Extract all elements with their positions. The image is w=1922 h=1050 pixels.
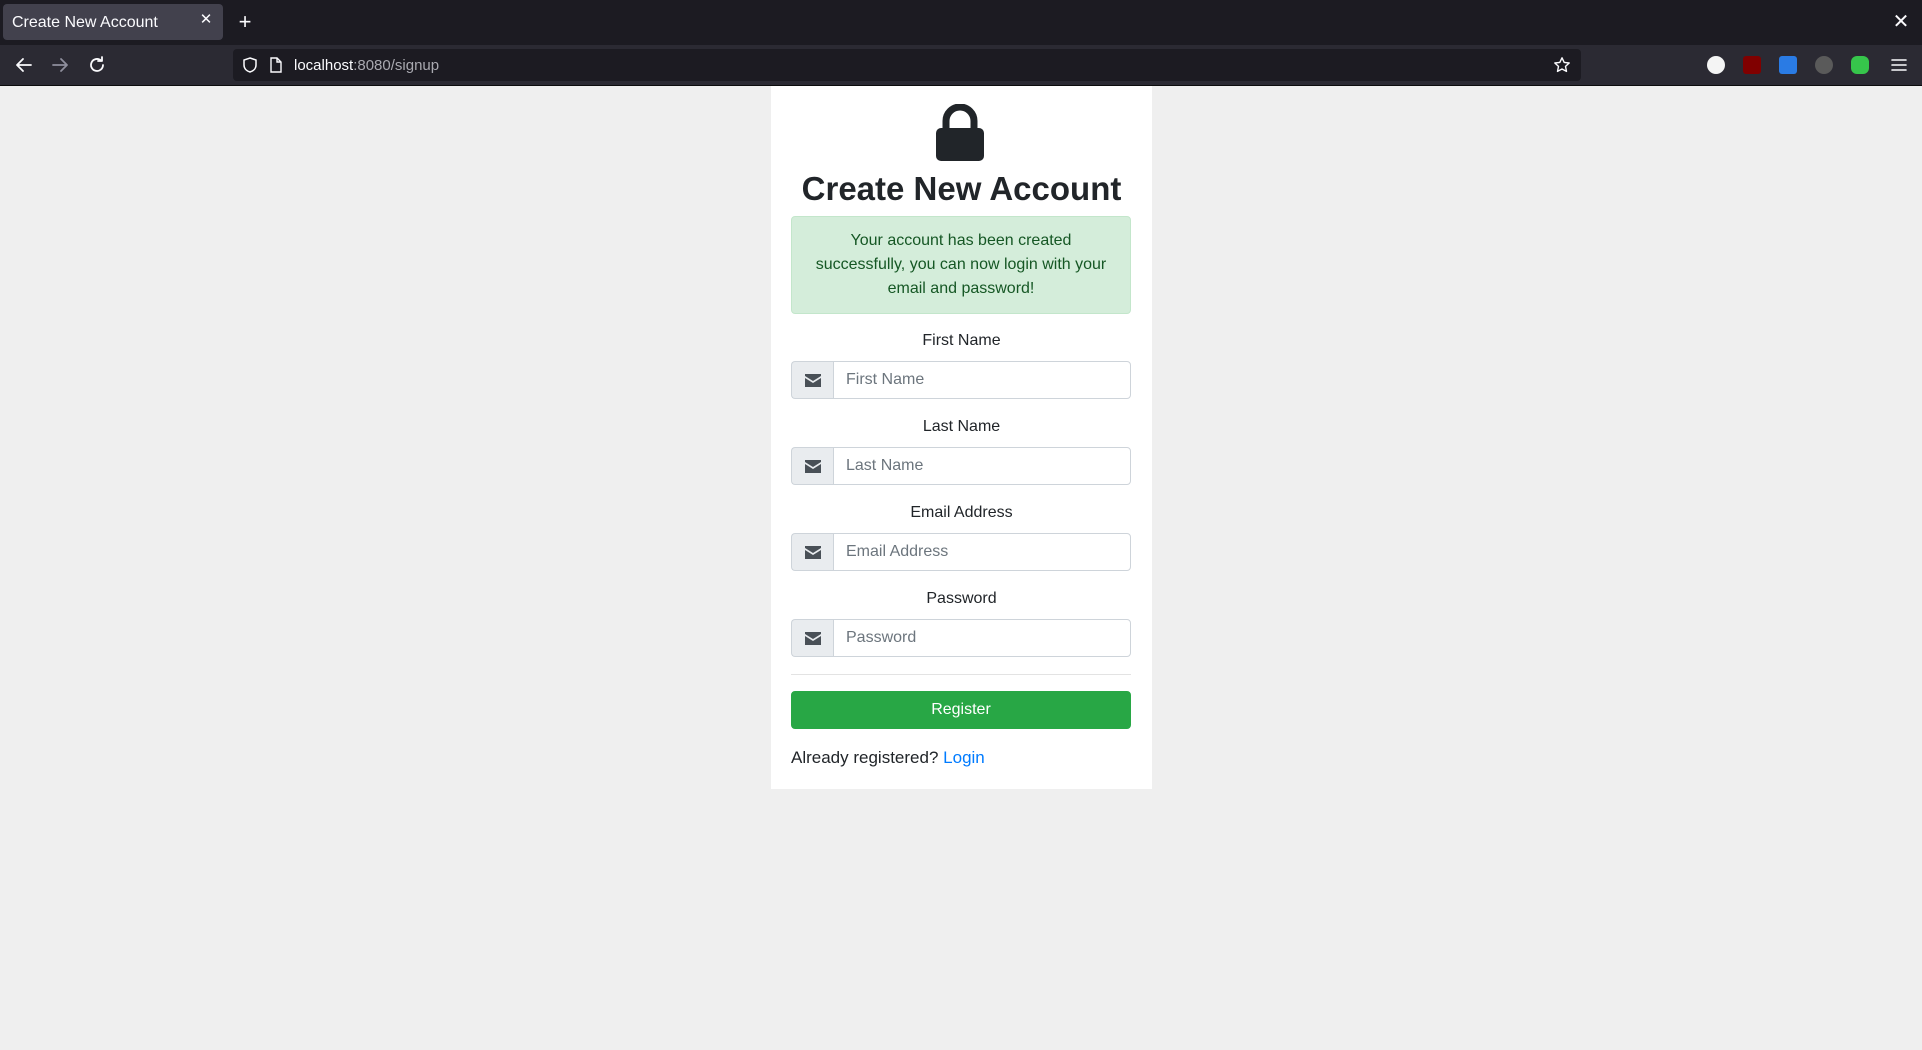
back-arrow-icon[interactable] <box>13 54 35 76</box>
register-button[interactable]: Register <box>791 691 1131 729</box>
extension-dark-icon[interactable] <box>1815 56 1833 74</box>
already-registered-text: Already registered? <box>791 748 939 767</box>
email-input[interactable] <box>833 533 1131 571</box>
url-text[interactable]: localhost:8080/signup <box>294 57 439 74</box>
envelope-icon <box>791 361 833 399</box>
ublock-origin-icon[interactable] <box>1743 56 1761 74</box>
page-icon[interactable] <box>269 57 283 73</box>
window-close-button[interactable]: ✕ <box>1892 12 1910 32</box>
browser-toolbar: localhost:8080/signup <box>0 45 1922 86</box>
hamburger-menu-icon[interactable] <box>1890 56 1908 74</box>
first-name-input[interactable] <box>833 361 1131 399</box>
url-host: localhost <box>294 57 354 74</box>
lock-icon <box>936 104 984 161</box>
first-name-label: First Name <box>922 332 1001 349</box>
password-group <box>791 619 1131 657</box>
email-label: Email Address <box>910 504 1013 521</box>
last-name-label: Last Name <box>922 418 1001 435</box>
tab-title: Create New Account <box>12 14 158 31</box>
password-input[interactable] <box>833 619 1131 657</box>
url-path: :8080/signup <box>353 57 440 74</box>
address-bar[interactable]: localhost:8080/signup <box>233 49 1581 81</box>
success-alert: Your account has been created successful… <box>791 216 1131 314</box>
login-prompt: Already registered? Login <box>791 748 985 768</box>
extension-blue-icon[interactable] <box>1779 56 1797 74</box>
envelope-icon <box>791 533 833 571</box>
extension-green-icon[interactable] <box>1851 56 1869 74</box>
forward-arrow-icon[interactable] <box>49 54 71 76</box>
password-label: Password <box>926 590 997 607</box>
extension-s-icon[interactable] <box>1707 56 1725 74</box>
shield-icon[interactable] <box>241 56 259 74</box>
envelope-icon <box>791 447 833 485</box>
last-name-input[interactable] <box>833 447 1131 485</box>
signup-card: Create New Account Your account has been… <box>771 86 1152 789</box>
divider <box>791 674 1131 675</box>
new-tab-button[interactable]: + <box>236 11 254 33</box>
browser-tab[interactable]: Create New Account ✕ <box>3 4 223 40</box>
last-name-group <box>791 447 1131 485</box>
first-name-group <box>791 361 1131 399</box>
tab-close-icon[interactable]: ✕ <box>199 12 213 27</box>
browser-tab-bar: Create New Account ✕ + ✕ <box>0 0 1922 45</box>
envelope-icon <box>791 619 833 657</box>
bookmark-star-icon[interactable] <box>1553 56 1571 74</box>
login-link[interactable]: Login <box>943 748 985 767</box>
reload-icon[interactable] <box>86 54 108 76</box>
email-group <box>791 533 1131 571</box>
page-title: Create New Account <box>801 170 1122 207</box>
